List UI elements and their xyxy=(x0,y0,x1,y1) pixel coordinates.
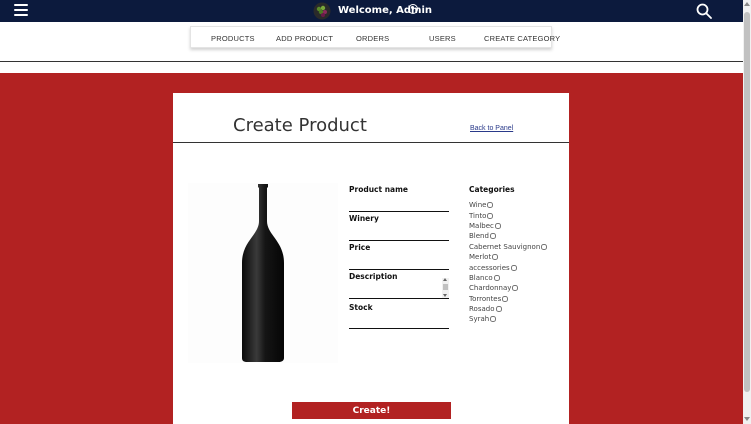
description-label: Description xyxy=(349,272,398,281)
scrollbar-thumb[interactable] xyxy=(443,284,448,290)
nav-create-category[interactable]: CREATE CATEGORY xyxy=(484,34,560,43)
page-scrollbar[interactable] xyxy=(743,0,751,424)
category-label: Malbec xyxy=(469,221,494,230)
hamburger-menu-icon[interactable] xyxy=(14,4,28,17)
page-title: Create Product xyxy=(233,115,367,136)
category-checkbox[interactable] xyxy=(487,202,494,209)
create-product-card: Create Product Back to Panel Product nam… xyxy=(173,93,569,424)
wine-bottle-icon xyxy=(242,184,284,362)
category-checkbox[interactable] xyxy=(541,243,548,250)
category-checkbox[interactable] xyxy=(487,212,494,219)
category-item[interactable]: Blend xyxy=(469,231,547,241)
category-item[interactable]: Torrontes xyxy=(469,294,547,304)
nav-add-product[interactable]: ADD PRODUCT xyxy=(276,34,333,43)
scroll-up-arrow-icon[interactable] xyxy=(443,278,447,281)
category-label: Cabernet Sauvignon xyxy=(469,242,541,251)
scrollbar-thumb[interactable] xyxy=(744,12,750,392)
winery-label: Winery xyxy=(349,214,379,223)
category-label: Merlot xyxy=(469,253,492,262)
scroll-up-arrow-icon[interactable] xyxy=(744,2,750,6)
categories-title: Categories xyxy=(469,185,515,194)
category-label: accessories xyxy=(469,263,510,272)
divider xyxy=(0,61,743,62)
category-list: Wine Tinto Malbec Blend Cabernet Sauvign… xyxy=(469,200,548,325)
category-label: Blanco xyxy=(469,273,493,282)
stock-input[interactable] xyxy=(349,317,449,329)
product-image xyxy=(188,183,338,363)
category-label: Syrah xyxy=(469,315,490,324)
create-button[interactable]: Create! xyxy=(292,402,451,419)
category-item[interactable]: accessories xyxy=(469,262,547,272)
category-checkbox[interactable] xyxy=(489,233,496,240)
top-navbar: Welcome, Admin xyxy=(0,0,743,22)
category-item[interactable]: Blanco xyxy=(469,273,547,283)
category-checkbox[interactable] xyxy=(512,285,519,292)
category-label: Wine xyxy=(469,201,487,210)
category-checkbox[interactable] xyxy=(502,295,509,302)
wine-logo-icon[interactable] xyxy=(313,2,331,20)
category-label: Tinto xyxy=(469,211,487,220)
description-textarea[interactable] xyxy=(349,287,449,299)
scroll-down-arrow-icon[interactable] xyxy=(443,294,447,297)
category-item[interactable]: Cabernet Sauvignon xyxy=(469,242,548,252)
stock-label: Stock xyxy=(349,303,373,312)
category-item[interactable]: Syrah xyxy=(469,314,547,324)
category-checkbox[interactable] xyxy=(495,306,502,313)
winery-input[interactable] xyxy=(349,229,449,241)
category-checkbox[interactable] xyxy=(510,264,517,271)
welcome-message: Welcome, Admin xyxy=(338,5,433,16)
scroll-down-arrow-icon[interactable] xyxy=(744,417,750,421)
admin-nav: PRODUCTS ADD PRODUCT ORDERS USERS CREATE… xyxy=(190,26,560,48)
category-label: Rosado xyxy=(469,305,495,314)
nav-products[interactable]: PRODUCTS xyxy=(211,34,255,43)
back-to-panel-link[interactable]: Back to Panel xyxy=(470,125,513,132)
category-checkbox[interactable] xyxy=(492,254,499,261)
price-label: Price xyxy=(349,243,371,252)
card-divider xyxy=(173,142,569,143)
category-item[interactable]: Tinto xyxy=(469,210,547,220)
user-icon[interactable] xyxy=(408,4,418,14)
category-item[interactable]: Chardonnay xyxy=(469,283,547,293)
description-scrollbar[interactable] xyxy=(442,278,449,298)
product-name-input[interactable] xyxy=(349,200,449,212)
category-item[interactable]: Merlot xyxy=(469,252,547,262)
category-checkbox[interactable] xyxy=(490,316,497,323)
product-name-label: Product name xyxy=(349,185,409,194)
nav-users[interactable]: USERS xyxy=(429,34,456,43)
category-label: Blend xyxy=(469,232,489,241)
category-item[interactable]: Wine xyxy=(469,200,547,210)
search-icon[interactable] xyxy=(696,3,712,19)
category-label: Torrontes xyxy=(469,294,502,303)
category-item[interactable]: Rosado xyxy=(469,304,547,314)
category-label: Chardonnay xyxy=(469,284,512,293)
price-input[interactable] xyxy=(349,258,449,270)
category-checkbox[interactable] xyxy=(494,222,501,229)
nav-orders[interactable]: ORDERS xyxy=(356,34,389,43)
category-checkbox[interactable] xyxy=(493,274,500,281)
category-item[interactable]: Malbec xyxy=(469,221,547,231)
